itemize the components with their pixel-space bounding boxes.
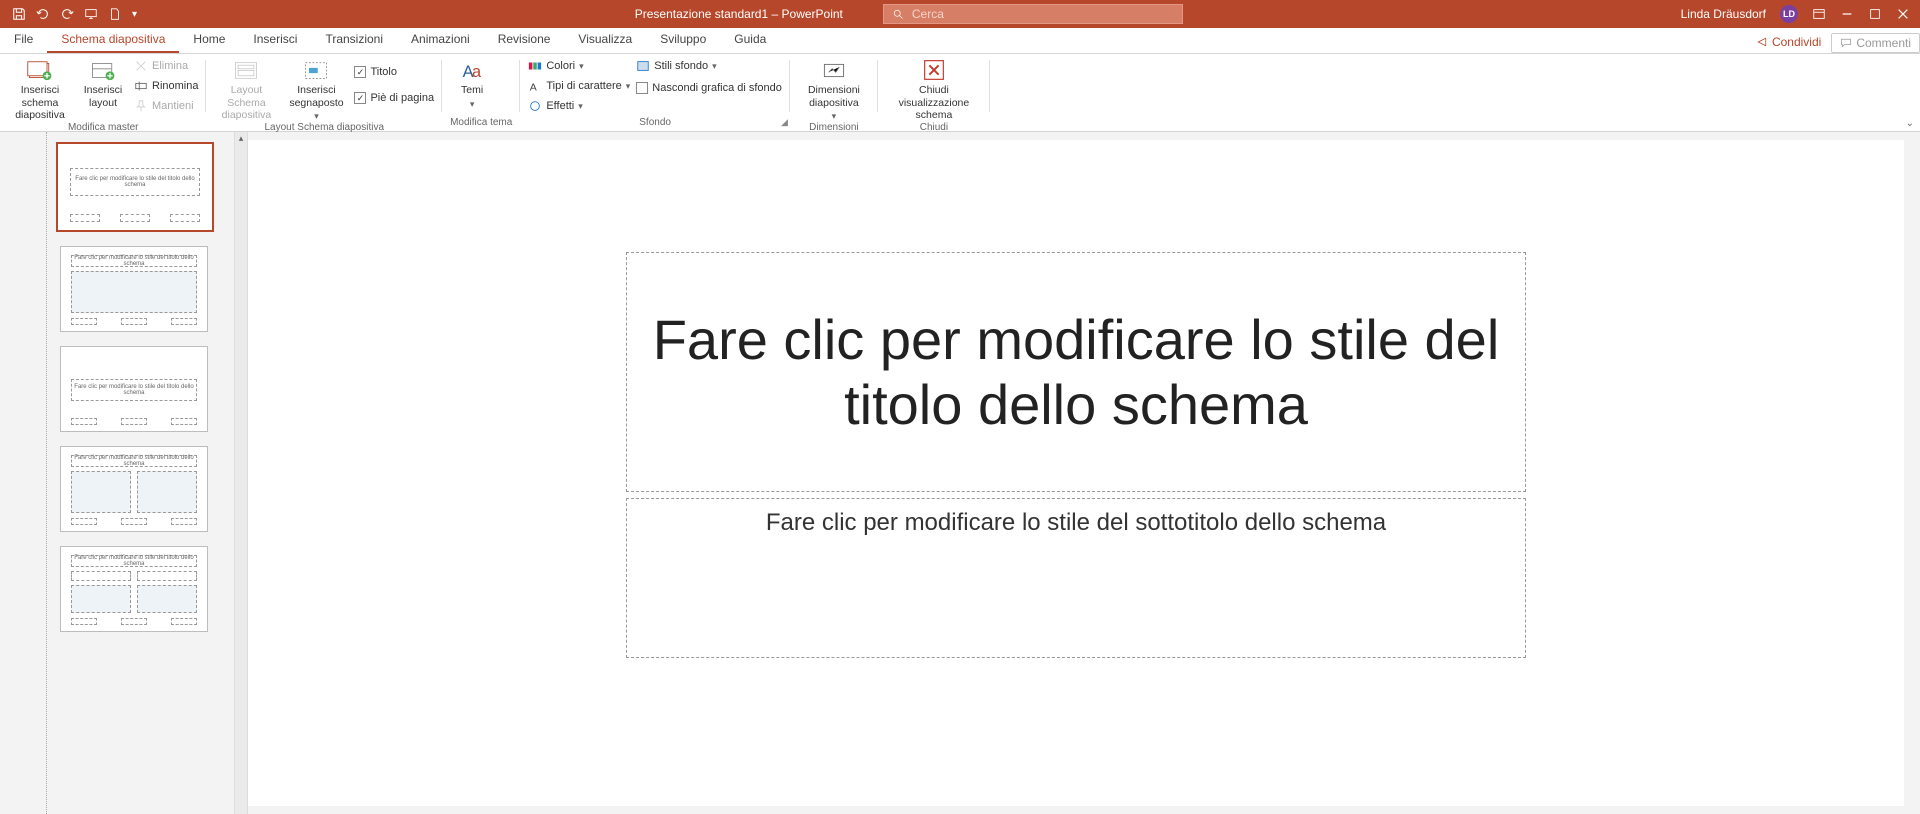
- svg-text:A: A: [530, 81, 537, 93]
- slide-size-icon: [820, 58, 848, 82]
- effects-icon: [528, 99, 542, 113]
- search-box[interactable]: [883, 4, 1183, 24]
- group-label: Sfondo: [528, 117, 782, 130]
- tab-insert[interactable]: Inserisci: [239, 27, 311, 53]
- workspace: Fare clic per modificare lo stile del ti…: [0, 132, 1920, 814]
- tab-developer[interactable]: Sviluppo: [646, 27, 720, 53]
- tab-slide-master[interactable]: Schema diapositiva: [47, 27, 179, 53]
- tab-view[interactable]: Visualizza: [564, 27, 646, 53]
- pin-icon: [134, 99, 148, 113]
- scroll-up-icon[interactable]: ▴: [235, 132, 247, 145]
- thumbnail-scrollbar[interactable]: ▴: [234, 132, 248, 814]
- bg-styles-button[interactable]: Stili sfondo: [636, 56, 782, 76]
- undo-icon[interactable]: [36, 7, 50, 21]
- layout-thumbnail[interactable]: Fare clic per modificare lo stile del ti…: [60, 246, 208, 332]
- insert-layout-icon: [89, 58, 117, 82]
- hide-bg-checkbox[interactable]: Nascondi grafica di sfondo: [636, 78, 782, 98]
- layout-thumbnail[interactable]: Fare clic per modificare lo stile del ti…: [60, 446, 208, 532]
- share-icon: [1756, 36, 1768, 48]
- tab-strip: File Schema diapositiva Home Inserisci T…: [0, 28, 1920, 54]
- svg-text:a: a: [472, 63, 482, 81]
- bg-dialog-launcher[interactable]: ◢: [781, 117, 788, 128]
- group-master-layout: Layout Schema diapositiva Inserisci segn…: [206, 54, 442, 130]
- minimize-icon[interactable]: [1840, 7, 1854, 21]
- themes-icon: Aa: [458, 58, 486, 82]
- ribbon-display-icon[interactable]: [1812, 7, 1826, 21]
- user-name[interactable]: Linda Dräusdorf: [1681, 7, 1766, 21]
- search-icon: [892, 8, 904, 20]
- preserve-button: Mantieni: [134, 96, 198, 116]
- comments-button[interactable]: Commenti: [1831, 33, 1920, 53]
- title-checkbox[interactable]: ✓Titolo: [354, 62, 434, 82]
- present-icon[interactable]: [84, 7, 98, 21]
- close-master-icon: [920, 58, 948, 82]
- tab-review[interactable]: Revisione: [484, 27, 565, 53]
- group-close: Chiudi visualizzazione schema Chiudi: [878, 54, 990, 130]
- themes-button[interactable]: Aa Temi: [450, 56, 494, 109]
- ribbon: Inserisci schema diapositiva Inserisci l…: [0, 54, 1920, 132]
- tab-help[interactable]: Guida: [720, 27, 780, 53]
- insert-placeholder-button[interactable]: Inserisci segnaposto: [284, 56, 348, 122]
- delete-icon: [134, 59, 148, 73]
- title-placeholder[interactable]: Fare clic per modificare lo stile del ti…: [626, 252, 1526, 492]
- rename-button[interactable]: Rinomina: [134, 76, 198, 96]
- tab-transitions[interactable]: Transizioni: [311, 27, 397, 53]
- slide-editor[interactable]: Fare clic per modificare lo stile del ti…: [248, 140, 1904, 806]
- redo-icon[interactable]: [60, 7, 74, 21]
- group-edit-master: Inserisci schema diapositiva Inserisci l…: [0, 54, 206, 130]
- save-icon[interactable]: [12, 7, 26, 21]
- master-thumbnail[interactable]: Fare clic per modificare lo stile del ti…: [56, 142, 214, 232]
- insert-master-icon: [26, 58, 54, 82]
- close-master-button[interactable]: Chiudi visualizzazione schema: [886, 56, 982, 122]
- group-size: Dimensioni diapositiva Dimensioni: [790, 54, 878, 130]
- colors-icon: [528, 59, 542, 73]
- master-layout-button: Layout Schema diapositiva: [214, 56, 278, 122]
- tab-home[interactable]: Home: [179, 27, 239, 53]
- share-button[interactable]: Condividi: [1746, 31, 1831, 53]
- fonts-icon: A: [528, 79, 542, 93]
- rename-icon: [134, 79, 148, 93]
- tab-animations[interactable]: Animazioni: [397, 27, 484, 53]
- bg-styles-icon: [636, 59, 650, 73]
- colors-button[interactable]: Colori: [528, 56, 630, 76]
- user-avatar[interactable]: LD: [1780, 5, 1798, 23]
- group-edit-theme: Aa Temi Modifica tema: [442, 54, 520, 130]
- maximize-icon[interactable]: [1868, 7, 1882, 21]
- group-label: Chiudi: [886, 122, 982, 135]
- comment-icon: [1840, 37, 1852, 49]
- tab-file[interactable]: File: [0, 27, 47, 53]
- delete-button: Elimina: [134, 56, 198, 76]
- new-doc-icon[interactable]: [108, 7, 122, 21]
- thumbnail-panel[interactable]: Fare clic per modificare lo stile del ti…: [0, 132, 248, 814]
- group-background: Colori A Tipi di carattere Effetti Stili…: [520, 54, 790, 130]
- footer-checkbox[interactable]: ✓Piè di pagina: [354, 88, 434, 108]
- slide-size-button[interactable]: Dimensioni diapositiva: [798, 56, 870, 122]
- subtitle-placeholder[interactable]: Fare clic per modificare lo stile del so…: [626, 498, 1526, 658]
- doc-title: Presentazione standard1 – PowerPoint: [635, 7, 843, 21]
- collapse-ribbon-icon[interactable]: ⌄: [1906, 118, 1914, 129]
- master-layout-icon: [232, 58, 260, 82]
- insert-slide-master-button[interactable]: Inserisci schema diapositiva: [8, 56, 72, 122]
- insert-layout-button[interactable]: Inserisci layout: [78, 56, 128, 109]
- layout-thumbnail[interactable]: Fare clic per modificare lo stile del ti…: [60, 346, 208, 432]
- search-input[interactable]: [912, 7, 1174, 21]
- group-label: Dimensioni: [798, 122, 870, 135]
- effects-button[interactable]: Effetti: [528, 96, 630, 116]
- layout-thumbnail[interactable]: Fare clic per modificare lo stile del ti…: [60, 546, 208, 632]
- title-bar: ▾ Presentazione standard1 – PowerPoint L…: [0, 0, 1920, 28]
- slide-canvas[interactable]: Fare clic per modificare lo stile del ti…: [476, 140, 1676, 780]
- group-label: Modifica tema: [450, 117, 512, 130]
- close-icon[interactable]: [1896, 7, 1910, 21]
- qat: ▾: [0, 7, 137, 21]
- placeholder-icon: [302, 58, 330, 82]
- fonts-button[interactable]: A Tipi di carattere: [528, 76, 630, 96]
